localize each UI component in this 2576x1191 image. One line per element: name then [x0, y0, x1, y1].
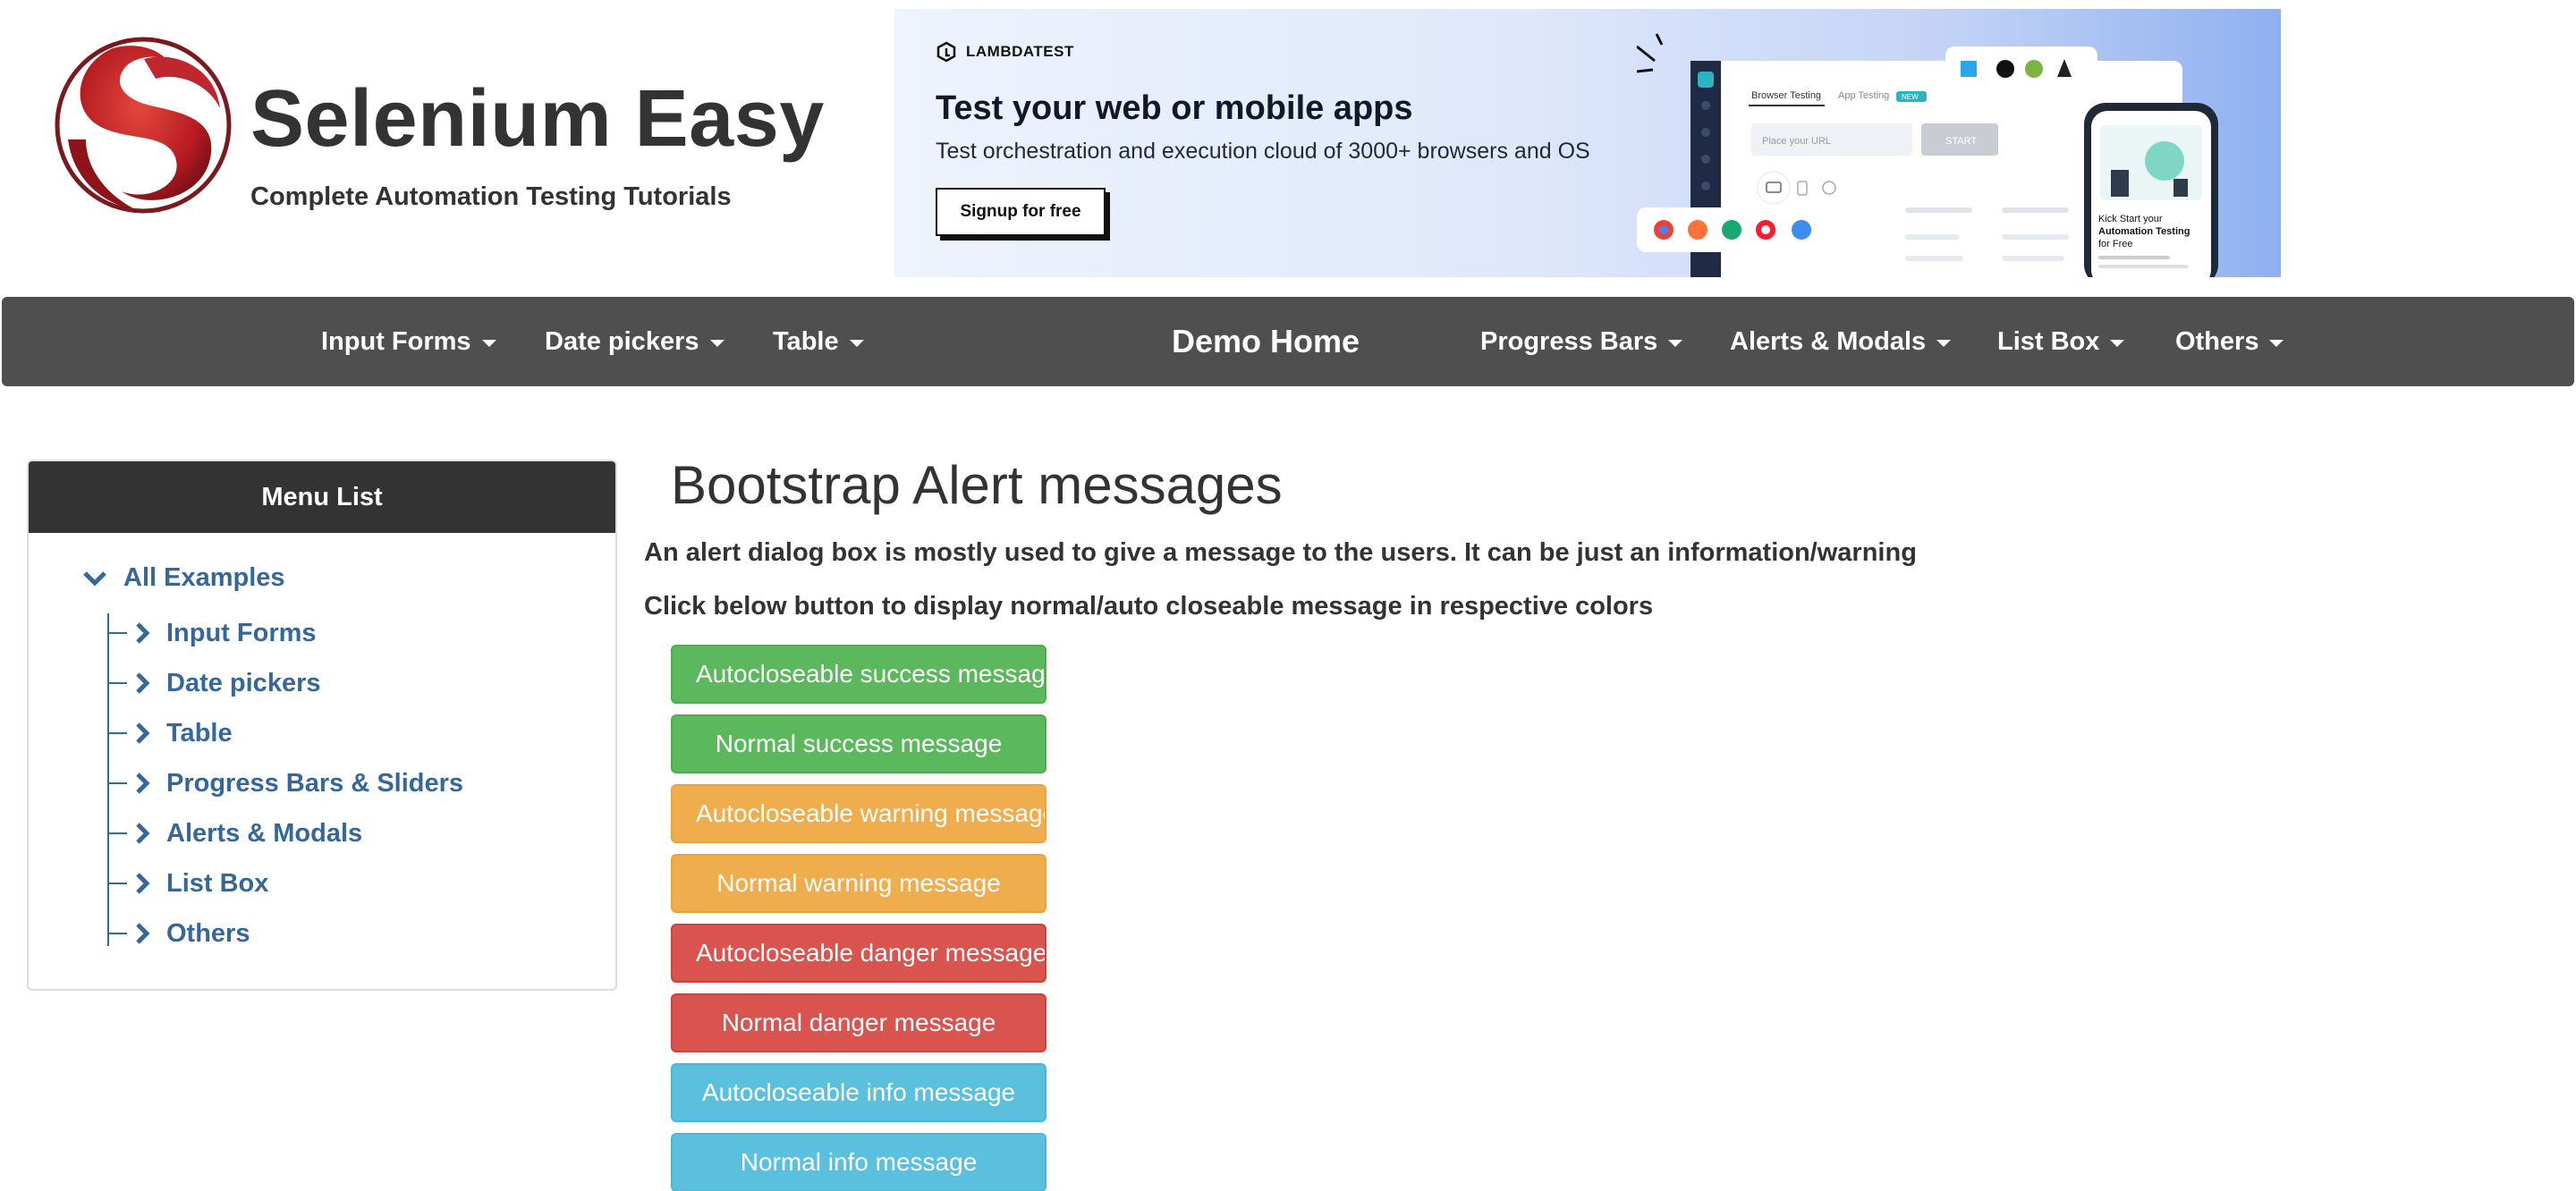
- autocloseable-warning-button[interactable]: Autocloseable warning message: [671, 784, 1046, 843]
- menu-tree: All Examples Input Forms Date pickers Ta…: [29, 533, 615, 989]
- main-navbar: Input Forms Date pickers Table Demo Home…: [2, 297, 2574, 386]
- nav-list-box[interactable]: List Box: [1997, 297, 2125, 386]
- sidebar-item-date-pickers[interactable]: Date pickers: [107, 665, 321, 701]
- nav-item-label: Progress Bars: [1480, 326, 1658, 356]
- sidebar-item-label: Date pickers: [166, 668, 321, 697]
- sidebar-item-table[interactable]: Table: [107, 715, 233, 751]
- site-title: Selenium Easy: [250, 74, 825, 164]
- caret-down-icon: [2110, 340, 2125, 347]
- sidebar-item-label: List Box: [166, 868, 269, 898]
- caret-down-icon: [709, 340, 724, 347]
- nav-item-label: Alerts & Modals: [1730, 326, 1927, 356]
- page-instruction: Click below button to display normal/aut…: [644, 592, 1654, 621]
- caret-down-icon: [849, 340, 864, 347]
- sidebar-title: Menu List: [29, 461, 615, 533]
- ad-illustration: Browser Testing App Testing NEW Place yo…: [1637, 33, 2218, 277]
- nav-home-label: Demo Home: [1172, 323, 1360, 359]
- ad-brand-text: LAMBDATEST: [966, 43, 1074, 60]
- autocloseable-danger-button[interactable]: Autocloseable danger message: [671, 924, 1046, 983]
- ad-brand: LAMBDATEST: [936, 41, 1074, 63]
- normal-success-button[interactable]: Normal success message: [671, 714, 1046, 773]
- nav-alerts-modals[interactable]: Alerts & Modals: [1730, 297, 1952, 386]
- nav-date-pickers[interactable]: Date pickers: [545, 297, 724, 386]
- autocloseable-success-button[interactable]: Autocloseable success message: [671, 645, 1046, 704]
- sidebar-menu: Menu List All Examples Input Forms Date …: [27, 460, 617, 991]
- page-description: An alert dialog box is mostly used to gi…: [644, 538, 1917, 567]
- caret-down-icon: [1668, 340, 1683, 347]
- ad-signup-button[interactable]: Signup for free: [936, 188, 1106, 236]
- tree-root-label: All Examples: [123, 563, 285, 592]
- chevron-down-icon: [83, 570, 106, 587]
- ad-mock-tab-browser: Browser Testing: [1751, 90, 1821, 101]
- nav-item-label: Others: [2175, 326, 2259, 356]
- nav-item-label: Input Forms: [321, 326, 471, 356]
- sidebar-item-label: Table: [166, 718, 233, 748]
- nav-progress-bars[interactable]: Progress Bars: [1480, 297, 1683, 386]
- chevron-right-icon: [136, 923, 150, 944]
- caret-down-icon: [1936, 340, 1952, 347]
- ad-phone-text-3: for Free: [2098, 239, 2133, 249]
- ad-mock-tab-app: App Testing: [1838, 90, 1889, 101]
- nav-demo-home[interactable]: Demo Home: [1172, 297, 1360, 386]
- sidebar-item-label: Input Forms: [166, 618, 317, 647]
- sidebar-item-alerts-modals[interactable]: Alerts & Modals: [107, 815, 362, 851]
- ad-banner[interactable]: LAMBDATEST Test your web or mobile apps …: [894, 9, 2281, 277]
- sidebar-item-progress-bars[interactable]: Progress Bars & Sliders: [107, 765, 463, 801]
- ad-phone-text-1: Kick Start your: [2098, 214, 2163, 224]
- chevron-right-icon: [136, 672, 150, 694]
- sidebar-item-input-forms[interactable]: Input Forms: [107, 615, 317, 651]
- sidebar-item-label: Alerts & Modals: [166, 818, 363, 848]
- sidebar-item-label: Others: [166, 918, 250, 948]
- chevron-right-icon: [136, 722, 150, 744]
- sidebar-item-label: Progress Bars & Sliders: [166, 768, 464, 798]
- page-title: Bootstrap Alert messages: [671, 455, 1283, 515]
- selenium-logo-icon: [55, 37, 232, 214]
- chevron-right-icon: [136, 823, 150, 844]
- nav-others[interactable]: Others: [2175, 297, 2284, 386]
- chevron-right-icon: [136, 873, 150, 894]
- ad-mock-badge: NEW: [1902, 93, 1919, 101]
- ad-headline: Test your web or mobile apps: [936, 89, 1413, 127]
- autocloseable-info-button[interactable]: Autocloseable info message: [671, 1063, 1046, 1122]
- ad-mock-url-field: Place your URL: [1762, 136, 1831, 147]
- caret-down-icon: [481, 340, 496, 347]
- site-logo[interactable]: Selenium Easy Complete Automation Testin…: [50, 32, 855, 229]
- caret-down-icon: [2269, 340, 2284, 347]
- lambdatest-logo-icon: [936, 41, 956, 63]
- nav-item-label: List Box: [1997, 326, 2100, 356]
- normal-info-button[interactable]: Normal info message: [671, 1133, 1046, 1191]
- site-tagline: Complete Automation Testing Tutorials: [250, 182, 732, 211]
- tree-root-all-examples[interactable]: All Examples: [82, 563, 285, 593]
- nav-item-label: Date pickers: [545, 326, 699, 356]
- ad-subtext: Test orchestration and execution cloud o…: [936, 139, 1590, 164]
- sidebar-item-list-box[interactable]: List Box: [107, 866, 268, 901]
- nav-table[interactable]: Table: [773, 297, 864, 386]
- sidebar-item-others[interactable]: Others: [107, 916, 250, 951]
- normal-danger-button[interactable]: Normal danger message: [671, 993, 1046, 1052]
- ad-phone-text-2: Automation Testing: [2098, 226, 2190, 237]
- nav-item-label: Table: [773, 326, 839, 356]
- normal-warning-button[interactable]: Normal warning message: [671, 854, 1046, 913]
- ad-mock-start: START: [1945, 136, 1977, 147]
- nav-input-forms[interactable]: Input Forms: [321, 297, 496, 386]
- chevron-right-icon: [136, 622, 150, 644]
- chevron-right-icon: [136, 773, 150, 794]
